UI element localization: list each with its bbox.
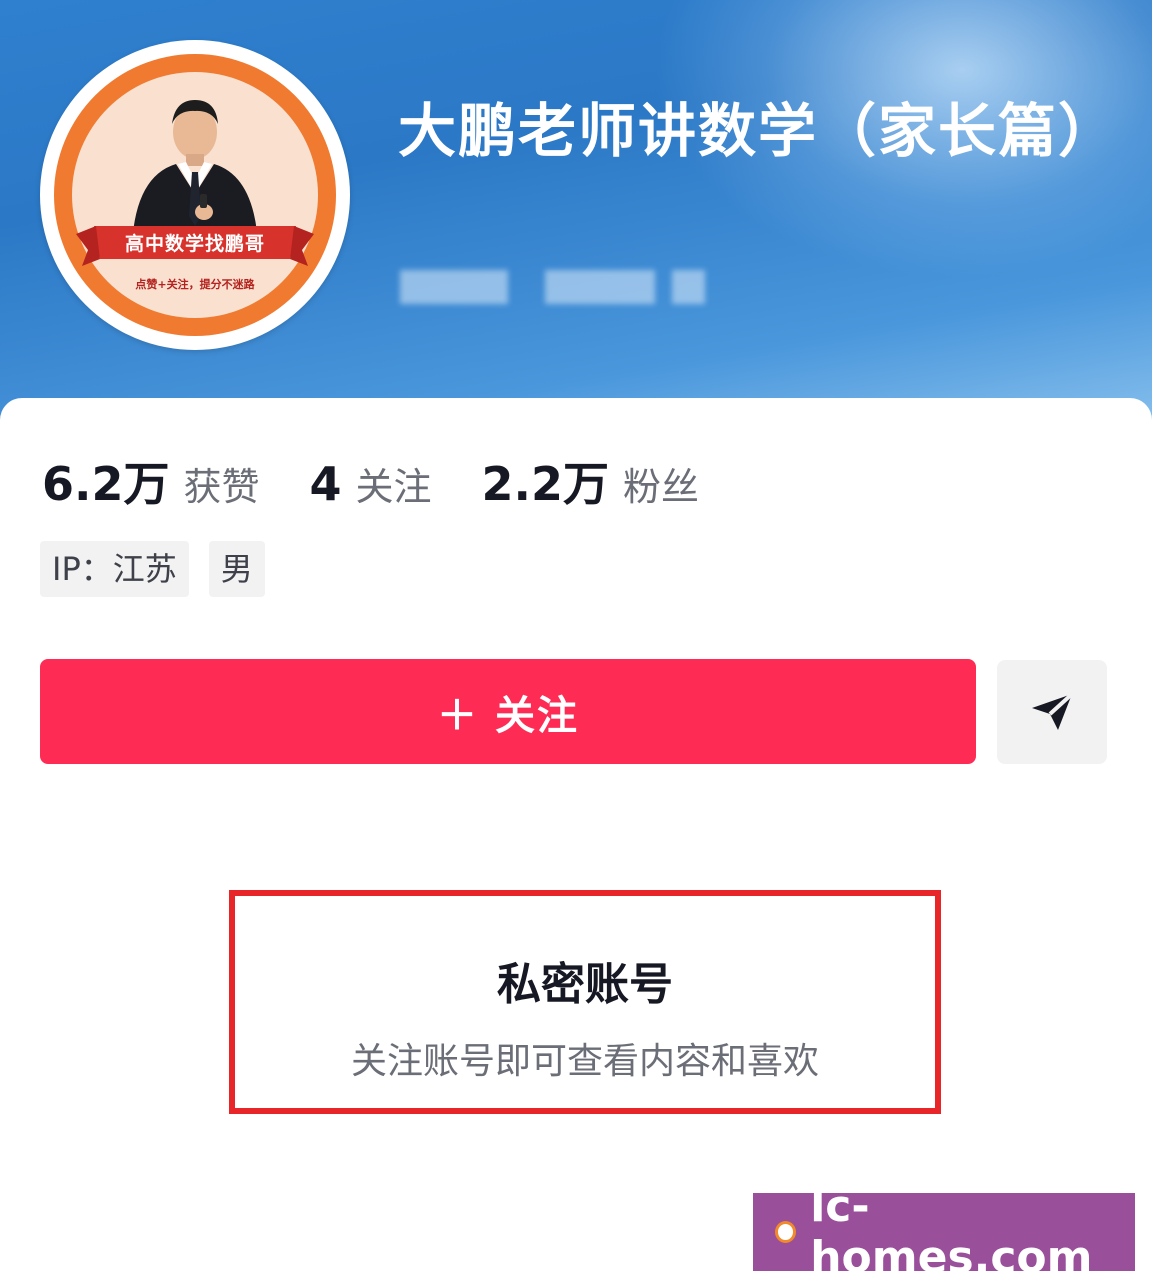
send-icon (1032, 692, 1074, 730)
watermark-text: lc-homes.com (810, 1181, 1093, 1283)
share-button[interactable] (997, 660, 1107, 764)
avatar-sub-text: 点赞+关注，提分不迷路 (135, 278, 255, 291)
followers-count: 2.2万 (481, 457, 610, 511)
private-account-description: 关注账号即可查看内容和喜欢 (350, 1041, 819, 1082)
avatar-image: 高中数学找鹏哥 点赞+关注，提分不迷路 (54, 54, 336, 336)
following-label: 关注 (355, 465, 432, 509)
likes-count: 6.2万 (42, 457, 170, 511)
profile-name: 大鹏老师讲数学（家长篇） (398, 97, 1119, 165)
private-account-title: 私密账号 (497, 959, 673, 1010)
profile-tags: IP：江苏 男 (40, 541, 285, 597)
avatar-banner-text: 高中数学找鹏哥 (124, 233, 265, 255)
profile-card: 6.2万 获赞 4 关注 2.2万 粉丝 IP：江苏 男 ＋ 关注 私密账号 关… (0, 398, 1152, 1286)
followers-label: 粉丝 (623, 465, 700, 509)
blurred-account-id (400, 270, 705, 304)
profile-header: 高中数学找鹏哥 点赞+关注，提分不迷路 大鹏老师讲数学（家长篇） (0, 0, 1152, 440)
site-watermark: lc-homes.com (753, 1181, 1135, 1283)
private-account-notice: 私密账号 关注账号即可查看内容和喜欢 (229, 890, 941, 1114)
watermark-dot-icon (775, 1221, 797, 1243)
follow-button[interactable]: ＋ 关注 (40, 659, 976, 764)
stat-followers[interactable]: 2.2万 粉丝 (482, 448, 700, 514)
ip-location-tag: IP：江苏 (40, 541, 189, 597)
following-count: 4 (309, 457, 342, 511)
profile-page: 高中数学找鹏哥 点赞+关注，提分不迷路 大鹏老师讲数学（家长篇） 6.2万 获赞… (0, 0, 1152, 1286)
stat-likes[interactable]: 6.2万 获赞 (42, 448, 260, 514)
avatar[interactable]: 高中数学找鹏哥 点赞+关注，提分不迷路 (40, 40, 350, 350)
stats-row: 6.2万 获赞 4 关注 2.2万 粉丝 (42, 448, 749, 511)
teacher-portrait-icon (76, 100, 314, 266)
gender-tag: 男 (208, 541, 265, 597)
likes-label: 获赞 (183, 465, 260, 509)
stat-following[interactable]: 4 关注 (310, 456, 432, 511)
